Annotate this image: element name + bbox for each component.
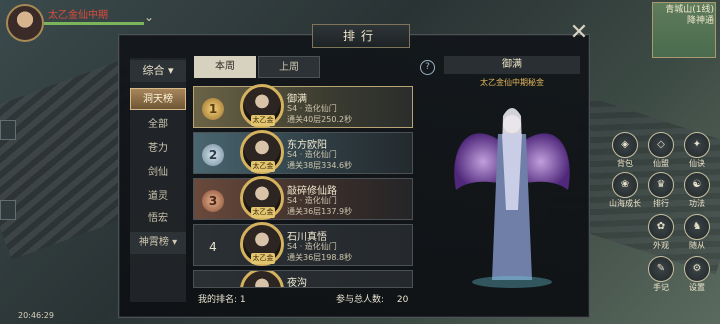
category-item[interactable]: 悟宏 [130, 208, 186, 230]
total-participants: 参与总人数: 20 [336, 292, 408, 305]
settings-icon[interactable]: ⚙ [684, 256, 710, 282]
chevron-down-icon: ▾ [167, 64, 174, 77]
rank-badge: 3 [202, 190, 224, 212]
category-item-bottom[interactable]: 神霄榜 ▾ [130, 232, 186, 254]
skill-icon[interactable]: ✦ [684, 132, 710, 158]
chevron-down-icon: ▾ [172, 237, 178, 248]
player-hp-bar [44, 22, 144, 25]
technique-icon[interactable]: ☯ [684, 172, 710, 198]
clock: 20:46:29 [18, 311, 54, 320]
player-name: 夜沟 [287, 278, 307, 288]
follower-icon[interactable]: ♞ [684, 214, 710, 240]
showcase-guild: 太乙金仙中期秘金 [480, 78, 544, 87]
side-label: 外观 [653, 241, 669, 250]
side-label: 设置 [689, 283, 705, 292]
character-model [454, 108, 570, 288]
player-portrait [240, 271, 284, 287]
player-name: 太乙金仙中期 [48, 10, 108, 21]
player-record: 通关36层198.8秒 [287, 253, 353, 262]
rank-badge: 1 [202, 98, 224, 120]
close-icon[interactable]: ✕ [568, 22, 590, 44]
ranking-row[interactable]: 2 太乙金 东方欧阳 S4 · 造化仙门 通关38层334.6秒 [193, 130, 413, 174]
rank-badge: 2 [202, 144, 224, 166]
minimap-subtitle: 降神通 [686, 16, 714, 26]
total-value: 20 [396, 295, 409, 305]
player-server: S4 · 造化仙门 [287, 196, 337, 205]
bag-icon[interactable]: ◈ [612, 132, 638, 158]
showcase-name: 御满 [444, 56, 580, 74]
journal-icon[interactable]: ✎ [648, 256, 674, 282]
side-label: 手记 [653, 283, 669, 292]
side-label: 排行 [653, 199, 669, 208]
ranking-row[interactable]: 1 太乙金 御满 S4 · 造化仙门 通关40层250.2秒 [193, 84, 413, 128]
side-label: 背包 [617, 159, 633, 168]
category-item[interactable]: 苍力 [130, 138, 186, 160]
rank-number: 4 [209, 240, 217, 254]
help-icon[interactable]: ? [420, 60, 435, 75]
side-tab-left[interactable] [0, 120, 16, 140]
category-bottom-label: 神霄榜 [138, 237, 169, 248]
category-dropdown[interactable]: 综合 ▾ [130, 60, 186, 82]
player-server: S4 · 造化仙门 [287, 242, 337, 251]
realm-tag: 太乙金 [251, 161, 275, 172]
player-record: 通关36层137.9秒 [287, 207, 353, 216]
player-record: 通关38层334.6秒 [287, 161, 353, 170]
player-avatar[interactable] [6, 4, 44, 42]
side-label: 随从 [689, 241, 705, 250]
total-label: 参与总人数: [336, 295, 385, 305]
side-label: 仙诀 [689, 159, 705, 168]
player-server: S4 · 造化仙门 [287, 150, 337, 159]
category-item[interactable]: 全部 [130, 114, 186, 136]
category-item[interactable]: 道灵 [130, 186, 186, 208]
tab-last-week[interactable]: 上周 [258, 56, 320, 78]
side-label: 功法 [689, 199, 705, 208]
realm-tag: 太乙金 [251, 253, 275, 264]
ranking-icon[interactable]: ♛ [648, 172, 674, 198]
side-label: 山海成长 [609, 199, 641, 208]
realm-tag: 太乙金 [251, 115, 275, 126]
category-dropdown-label: 综合 [142, 64, 165, 77]
side-tab-left[interactable] [0, 200, 16, 220]
realm-tag: 太乙金 [251, 207, 275, 218]
my-rank: 我的排名: 1 [198, 295, 246, 305]
appearance-icon[interactable]: ✿ [648, 214, 674, 240]
category-item[interactable]: 剑仙 [130, 162, 186, 184]
category-item[interactable]: 洞天榜 [130, 88, 186, 110]
panel-title: 排行 [312, 24, 410, 48]
player-server: S4 · 造化仙门 [287, 104, 337, 113]
tab-this-week[interactable]: 本周 [194, 56, 256, 78]
growth-icon[interactable]: ❀ [612, 172, 638, 198]
ranking-row[interactable]: 夜沟 [193, 270, 413, 288]
ranking-row[interactable]: 3 太乙金 敲碎修仙路 S4 · 造化仙门 通关36层137.9秒 [193, 176, 413, 220]
alliance-icon[interactable]: ◇ [648, 132, 674, 158]
ranking-row[interactable]: 4 太乙金 石川真悟 S4 · 造化仙门 通关36层198.8秒 [193, 222, 413, 266]
player-record: 通关40层250.2秒 [287, 115, 353, 124]
chevron-down-icon[interactable]: ⌄ [144, 10, 154, 24]
side-label: 仙盟 [653, 159, 669, 168]
